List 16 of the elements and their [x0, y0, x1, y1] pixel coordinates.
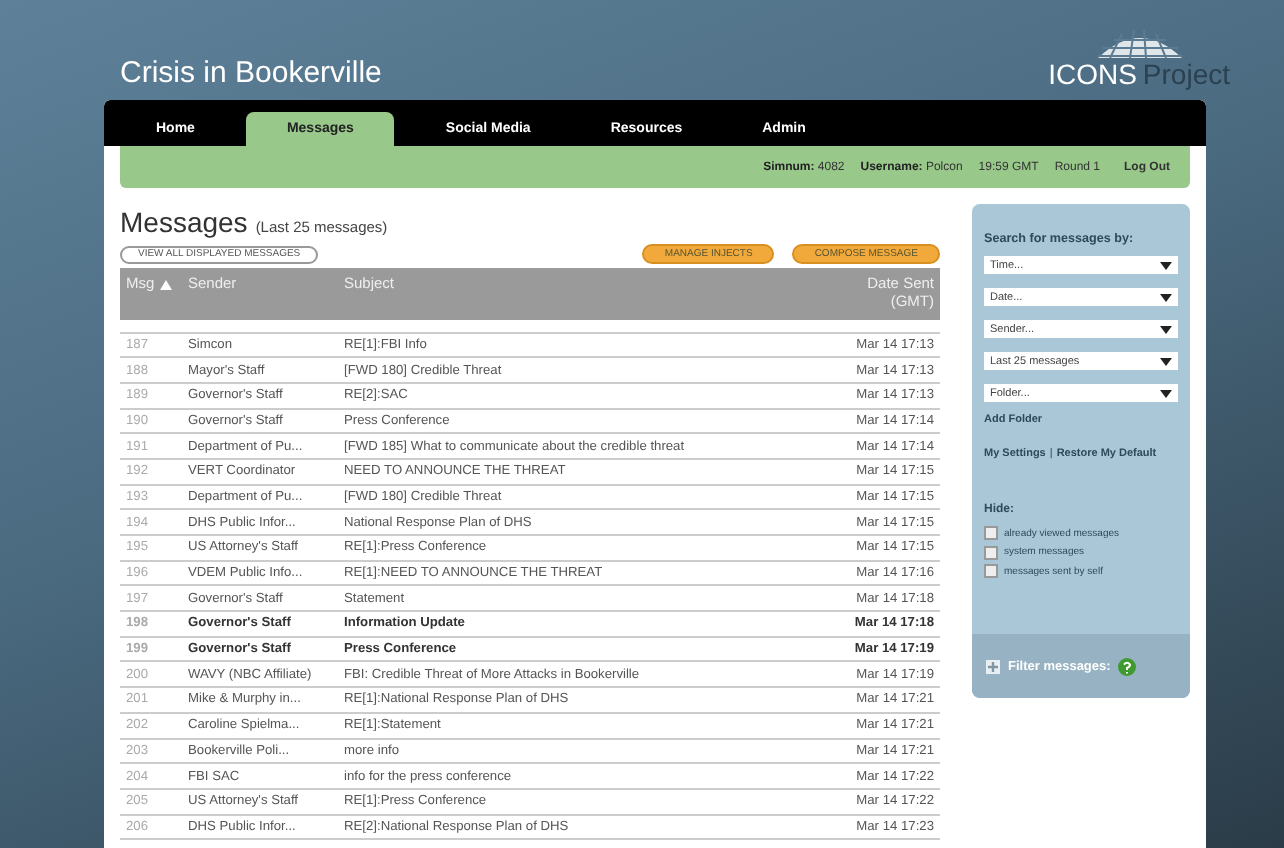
sort-icon — [160, 279, 173, 290]
globe-icon — [1093, 30, 1186, 58]
checkbox[interactable] — [984, 564, 998, 579]
caret-icon — [1160, 357, 1172, 365]
checkbox[interactable] — [984, 526, 998, 541]
plus-icon — [988, 661, 998, 671]
help-icon — [1118, 657, 1137, 675]
checkbox[interactable] — [984, 545, 998, 560]
caret-icon — [1160, 261, 1172, 269]
logo-text: ICONS — [1048, 58, 1137, 90]
page-title: Messages — [120, 206, 248, 238]
caret-icon — [1160, 293, 1172, 301]
caret-icon — [1160, 389, 1172, 397]
app-title: Crisis in Bookerville — [120, 56, 382, 94]
expand-toggle[interactable] — [986, 659, 1000, 673]
caret-icon — [1160, 325, 1172, 333]
